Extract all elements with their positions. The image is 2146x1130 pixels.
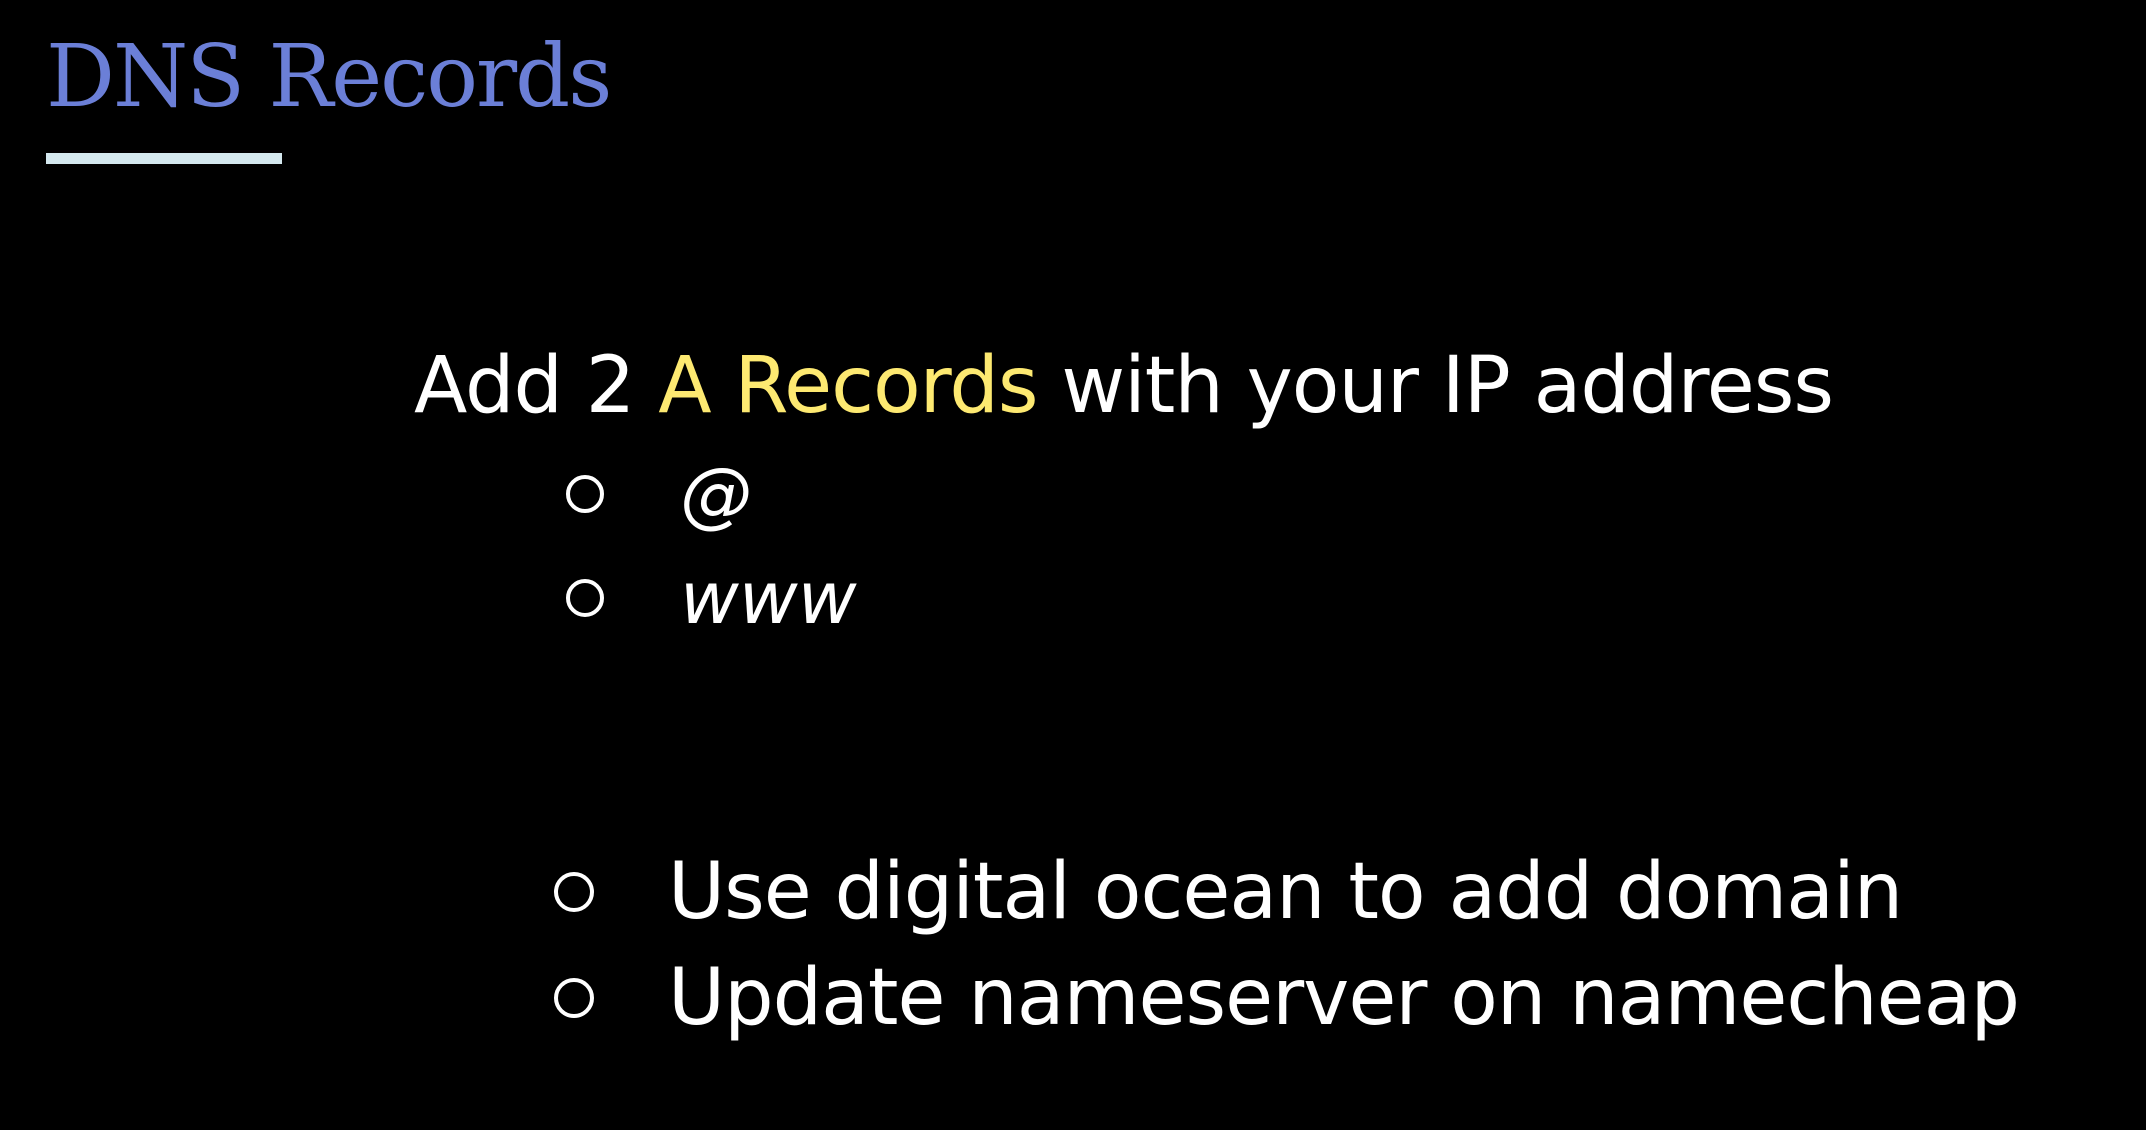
record-list-item: www: [566, 548, 966, 648]
headline-highlight: A Records: [658, 341, 1038, 431]
record-list-item: @: [566, 444, 966, 544]
circle-bullet-icon: [554, 872, 594, 912]
slide-canvas: DNS Records Add 2 A Records with your IP…: [0, 0, 2146, 1130]
circle-bullet-icon: [566, 579, 604, 617]
headline-prefix: Add 2: [414, 341, 659, 431]
step-label: Update nameserver on namecheap: [668, 953, 2020, 1043]
headline-suffix: with your IP address: [1037, 341, 1834, 431]
circle-bullet-icon: [566, 475, 604, 513]
record-label: @: [680, 452, 752, 536]
slide-title: DNS Records: [46, 27, 612, 127]
headline: Add 2 A Records with your IP address: [414, 334, 1834, 438]
circle-bullet-icon: [554, 978, 594, 1018]
title-underline: [46, 153, 282, 164]
step-label: Use digital ocean to add domain: [668, 847, 1903, 937]
step-list-item: Update nameserver on namecheap: [554, 948, 2114, 1048]
step-list-item: Use digital ocean to add domain: [554, 842, 2114, 942]
record-label: www: [680, 556, 857, 640]
